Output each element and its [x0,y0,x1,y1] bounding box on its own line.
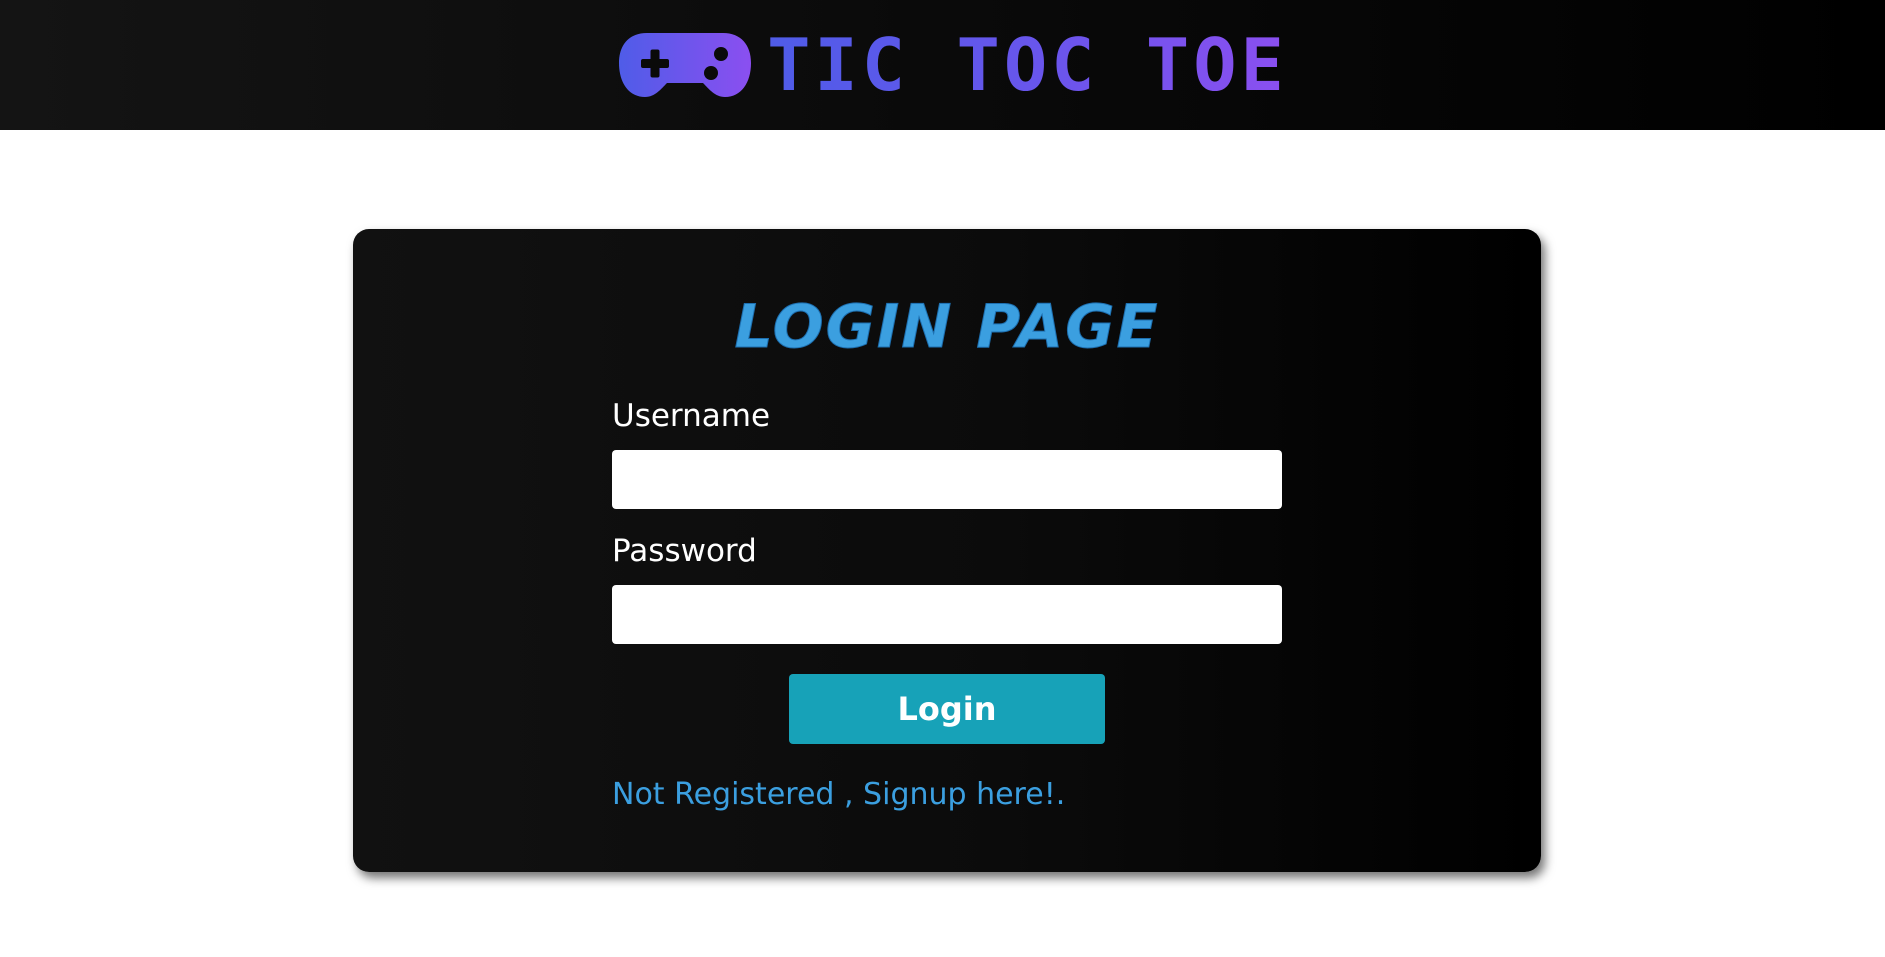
login-button[interactable]: Login [789,674,1105,744]
app-title: TIC TOC TOE [767,23,1288,107]
brand[interactable]: TIC TOC TOE [617,29,1288,101]
top-bar: TIC TOC TOE [0,0,1885,130]
page-title: LOGIN PAGE [734,292,1160,362]
username-input[interactable] [612,450,1282,509]
username-label: Username [612,398,771,434]
password-label: Password [612,533,757,569]
login-card: LOGIN PAGE Username Password Login Not R… [353,229,1541,872]
password-input[interactable] [612,585,1282,644]
signup-link[interactable]: Not Registered , Signup here!. [612,780,1065,810]
gamepad-icon [619,33,752,97]
